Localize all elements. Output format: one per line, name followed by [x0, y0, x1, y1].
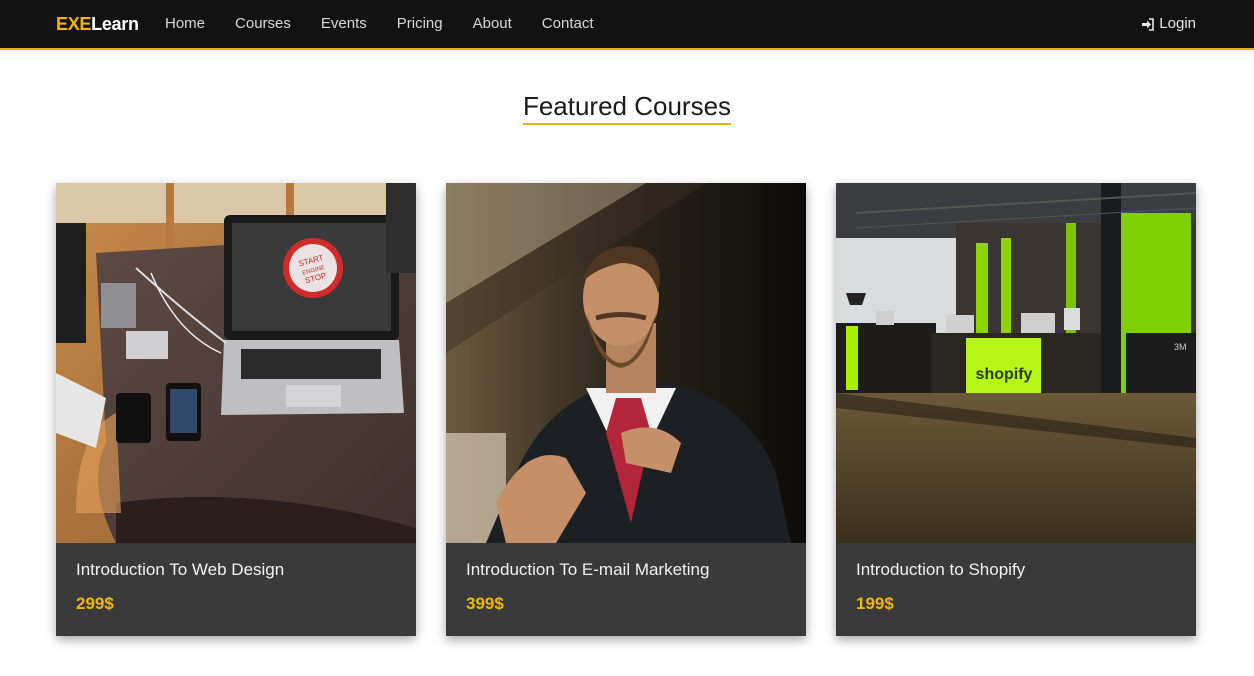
login-link[interactable]: Login: [1141, 0, 1196, 48]
nav-link-about[interactable]: About: [458, 0, 527, 48]
brand-logo[interactable]: EXELearn: [56, 13, 139, 35]
course-price: 399$: [466, 594, 504, 613]
login-label: Login: [1159, 15, 1196, 32]
section-title: Featured Courses: [522, 90, 732, 125]
top-navbar: EXELearn Home Courses Events Pricing Abo…: [0, 0, 1254, 50]
course-title[interactable]: Introduction to Shopify: [856, 543, 1176, 580]
course-image-shopify-office: shopify 3M: [836, 183, 1196, 543]
course-image-laptop-desk: START ENGINE STOP: [56, 183, 416, 543]
course-card[interactable]: shopify 3M Introduction to Shopify 199$: [836, 183, 1196, 636]
logo-3m-text: 3M: [1174, 342, 1187, 352]
nav-link-contact[interactable]: Contact: [527, 0, 609, 48]
course-price: 199$: [856, 594, 894, 613]
nav-link-courses[interactable]: Courses: [220, 0, 306, 48]
course-card[interactable]: START ENGINE STOP Introduction To Web De…: [56, 183, 416, 636]
course-price: 299$: [76, 594, 114, 613]
course-title[interactable]: Introduction To E-mail Marketing: [466, 543, 786, 580]
course-card-body: Introduction To Web Design 299$: [56, 543, 416, 636]
course-card-body: Introduction to Shopify 199$: [836, 543, 1196, 636]
course-title[interactable]: Introduction To Web Design: [76, 543, 396, 580]
section-header: Featured Courses: [0, 90, 1254, 125]
nav-link-pricing[interactable]: Pricing: [382, 0, 458, 48]
brand-part1: EXE: [56, 14, 92, 34]
brand-part2: Learn: [91, 14, 139, 34]
nav-link-home[interactable]: Home: [150, 0, 220, 48]
course-image-bearded-man: [446, 183, 806, 543]
nav-links: Home Courses Events Pricing About Contac…: [150, 0, 609, 48]
course-cards: START ENGINE STOP Introduction To Web De…: [56, 183, 1196, 636]
shopify-sign-text: shopify: [976, 366, 1033, 383]
sign-in-icon: [1142, 17, 1155, 31]
course-card-body: Introduction To E-mail Marketing 399$: [446, 543, 806, 636]
nav-link-events[interactable]: Events: [306, 0, 382, 48]
course-card[interactable]: Introduction To E-mail Marketing 399$: [446, 183, 806, 636]
